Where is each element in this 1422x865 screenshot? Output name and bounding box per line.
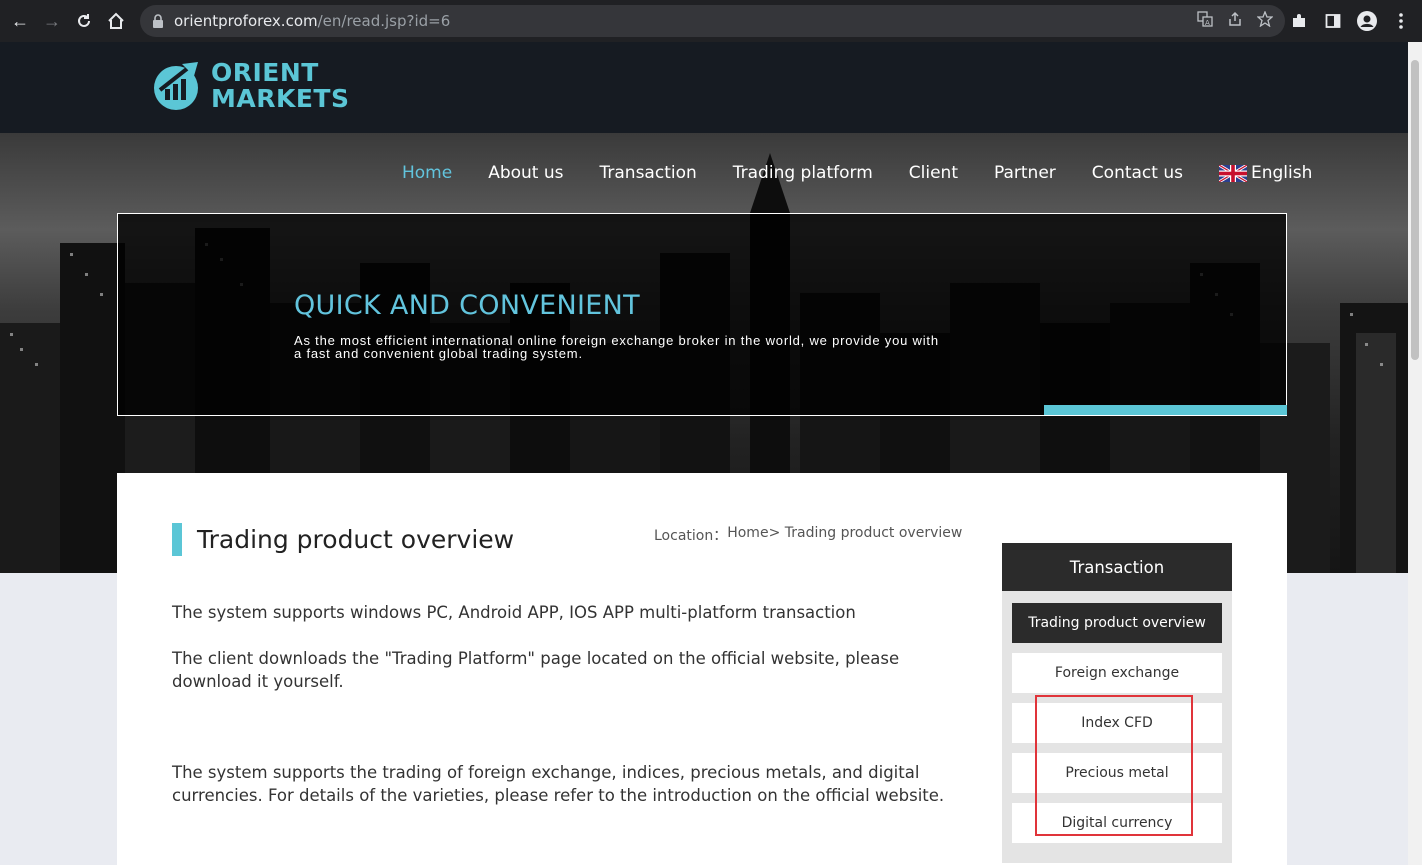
breadcrumb-current: Trading product overview — [780, 525, 963, 541]
paragraph-download: The client downloads the "Trading Platfo… — [172, 649, 900, 691]
sidebar-item-foreign-exchange[interactable]: Foreign exchange — [1012, 653, 1222, 693]
banner-title: QUICK AND CONVENIENT — [294, 290, 640, 321]
banner-accent-bar — [1044, 405, 1287, 415]
nav-partner[interactable]: Partner — [976, 160, 1074, 186]
scrollbar-thumb[interactable] — [1411, 60, 1419, 360]
site-header: ORIENT MARKETS — [0, 42, 1408, 133]
main-nav: Home About us Transaction Trading platfo… — [384, 160, 1330, 186]
page-title: Trading product overview — [197, 525, 515, 554]
forward-icon[interactable]: → — [36, 5, 68, 37]
browser-toolbar: ← → orientproforex.com/en/read.jsp?id=6 … — [0, 0, 1422, 42]
puzzle-icon[interactable] — [1288, 13, 1310, 29]
uk-flag-icon — [1218, 164, 1247, 182]
paragraph-varieties: The system supports the trading of forei… — [172, 763, 945, 805]
nav-client[interactable]: Client — [891, 160, 976, 186]
profile-icon[interactable] — [1356, 11, 1378, 31]
page-scrollbar[interactable] — [1408, 42, 1422, 865]
home-icon[interactable] — [100, 5, 132, 37]
logo-mark-icon — [154, 62, 198, 110]
paragraph-platforms: The system supports windows PC, Android … — [172, 603, 856, 622]
nav-home[interactable]: Home — [384, 160, 470, 186]
breadcrumb-label: Location： — [654, 528, 728, 544]
nav-transaction[interactable]: Transaction — [582, 160, 715, 186]
sidepanel-icon[interactable] — [1322, 13, 1344, 29]
share-icon[interactable] — [1227, 11, 1243, 31]
nav-about-us[interactable]: About us — [470, 160, 581, 186]
banner-description: As the most efficient international onli… — [294, 334, 984, 360]
language-selector[interactable]: English — [1201, 160, 1330, 186]
translate-icon[interactable]: A — [1197, 11, 1213, 31]
nav-trading-platform[interactable]: Trading platform — [715, 160, 891, 186]
nav-contact-us[interactable]: Contact us — [1074, 160, 1201, 186]
lock-icon[interactable] — [152, 14, 166, 28]
breadcrumb-home[interactable]: Home — [727, 525, 768, 545]
breadcrumb-separator: > — [768, 525, 781, 541]
star-icon[interactable] — [1256, 10, 1274, 31]
breadcrumb: Location： Home > Trading product overvie… — [654, 525, 962, 545]
annotation-highlight-box — [1035, 695, 1193, 836]
sidebar-heading: Transaction — [1002, 543, 1232, 591]
menu-icon[interactable] — [1390, 13, 1412, 29]
language-label: English — [1250, 163, 1313, 183]
site-logo[interactable]: ORIENT MARKETS — [152, 60, 350, 112]
sidebar-item-trading-product-overview[interactable]: Trading product overview — [1012, 603, 1222, 643]
address-bar[interactable]: orientproforex.com/en/read.jsp?id=6 A — [140, 5, 1285, 37]
svg-text:A: A — [1205, 19, 1210, 27]
title-accent-bar — [172, 523, 182, 556]
back-icon[interactable]: ← — [4, 5, 36, 37]
content-panel: Trading product overview Location： Home … — [117, 473, 1287, 865]
hero-banner: QUICK AND CONVENIENT As the most efficie… — [117, 213, 1287, 416]
logo-line2: MARKETS — [211, 84, 350, 113]
reload-icon[interactable] — [68, 5, 100, 37]
url-path: /en/read.jsp?id=6 — [317, 12, 451, 30]
banner-desc-line2: a fast and convenient global trading sys… — [294, 346, 583, 361]
logo-line1: ORIENT — [211, 58, 319, 87]
logo-text: ORIENT MARKETS — [211, 60, 350, 112]
url-host: orientproforex.com — [174, 12, 318, 30]
web-page: ORIENT MARKETS Home About us Transaction… — [0, 42, 1408, 865]
